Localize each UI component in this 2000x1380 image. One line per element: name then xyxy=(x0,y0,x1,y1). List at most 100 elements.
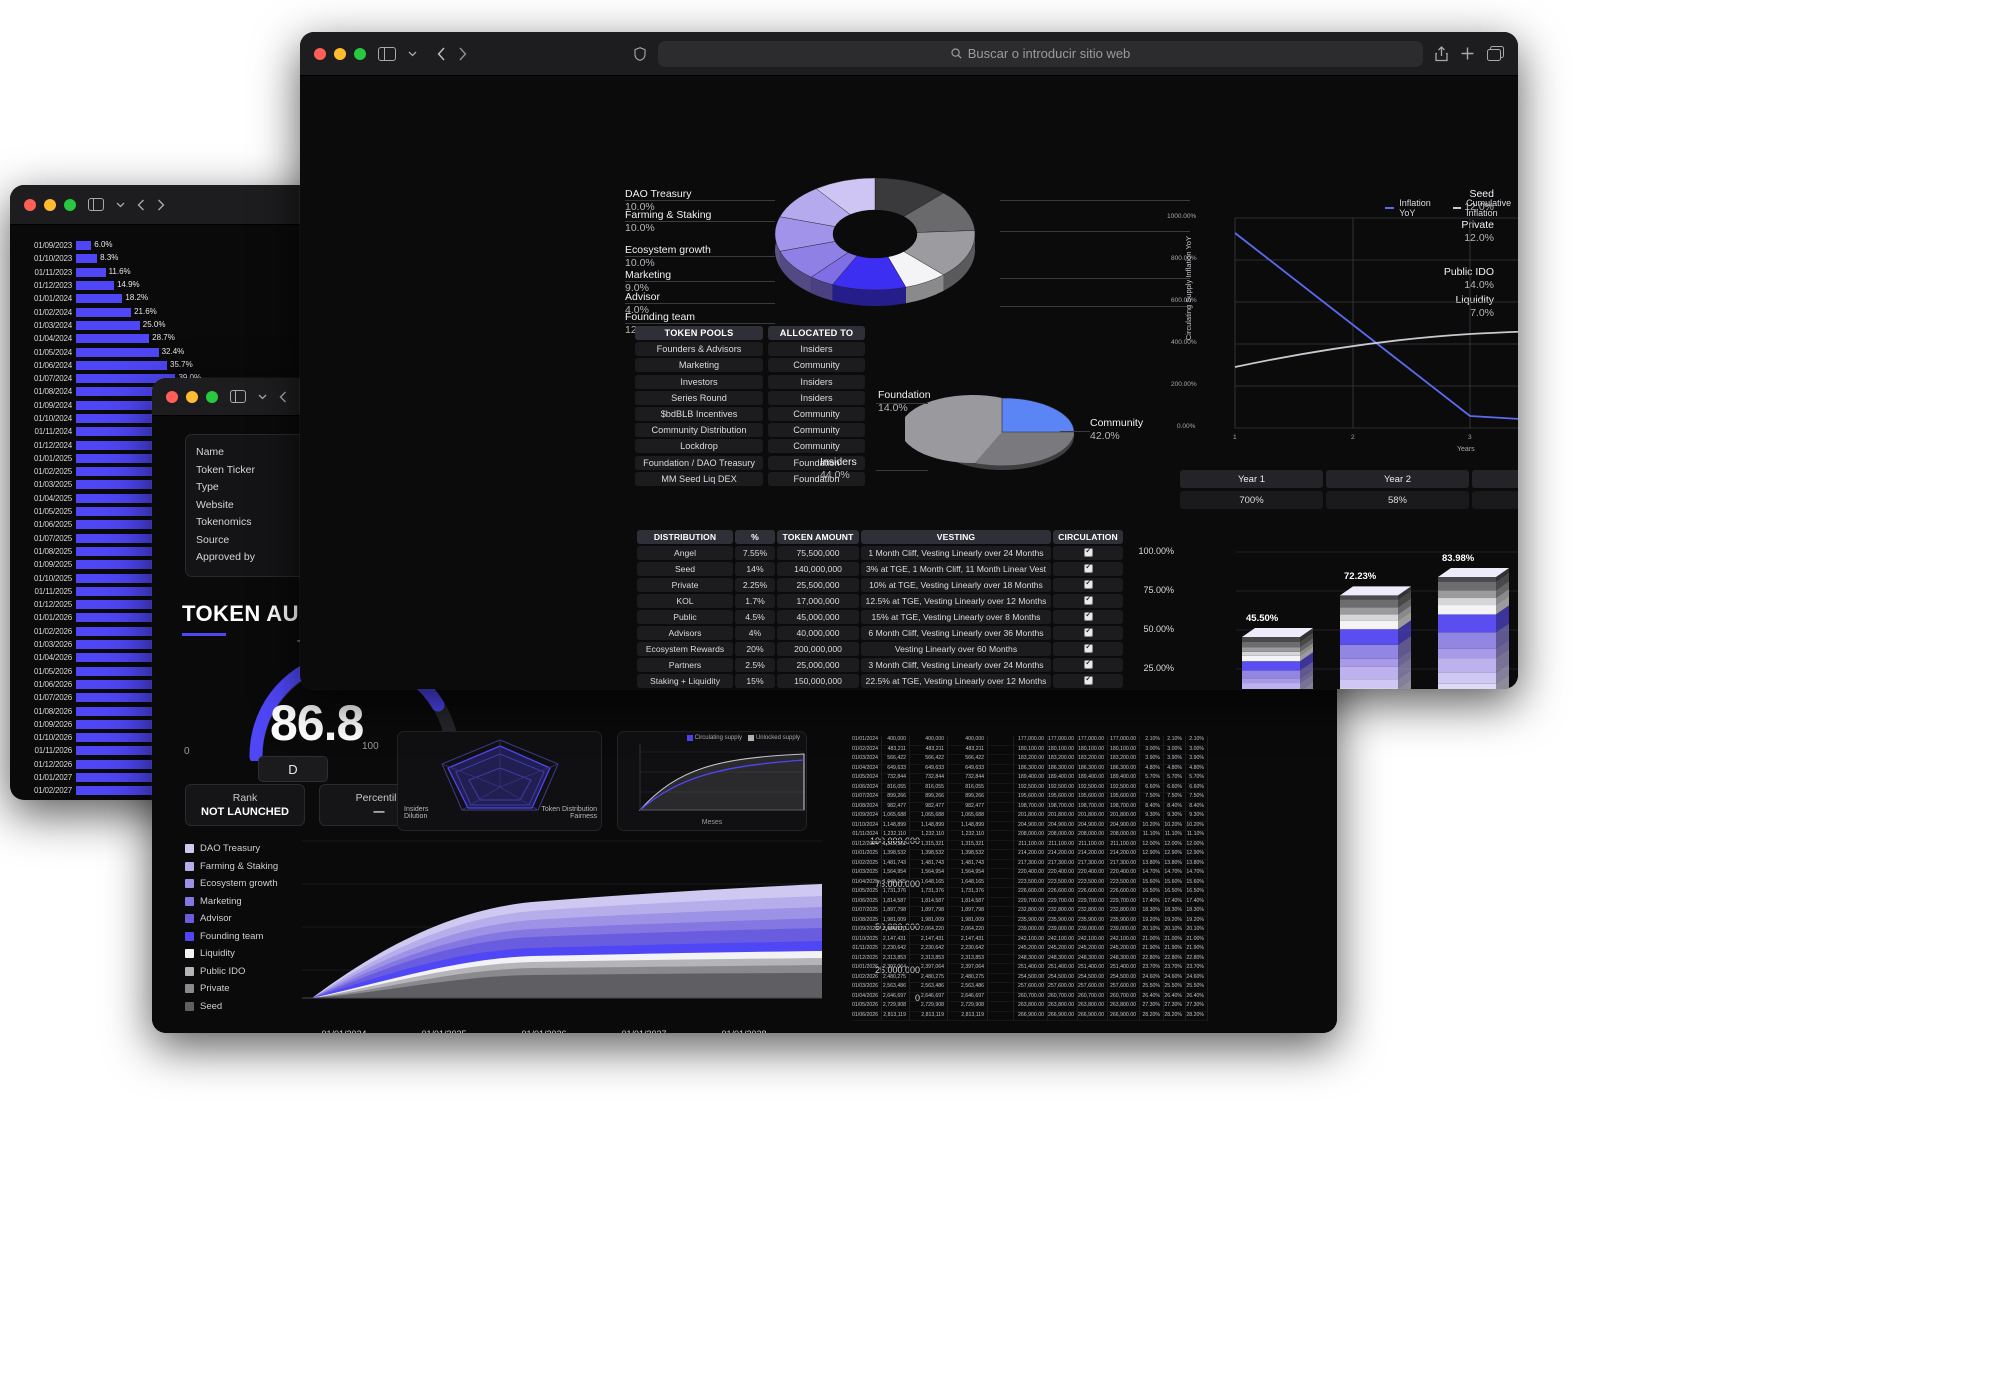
table-row[interactable]: 01/07/2025 1,897,798 1,897,798 1,897,798 232… xyxy=(852,907,1322,917)
table-cell: 15.60% xyxy=(1186,878,1208,888)
forward-arrow-icon[interactable] xyxy=(157,199,165,211)
check-icon[interactable] xyxy=(1083,593,1093,605)
check-icon[interactable] xyxy=(1083,673,1093,685)
check-icon[interactable] xyxy=(1083,625,1093,637)
close-button[interactable] xyxy=(166,390,178,403)
chevron-down-icon[interactable] xyxy=(116,202,125,208)
gauge-max-label: 100 xyxy=(362,741,379,752)
sidebar-icon[interactable] xyxy=(230,390,246,403)
bar-segment xyxy=(1340,658,1398,667)
table-cell: 7.55% xyxy=(735,546,775,560)
table-row[interactable]: 01/04/2026 2,646,697 2,646,697 2,646,697 260… xyxy=(852,992,1322,1002)
inflation-yaxis-title: Circulating Supply Inflation YoY xyxy=(1184,236,1193,341)
circulation-cell xyxy=(1053,657,1123,672)
table-row[interactable]: 01/02/2026 2,480,275 2,480,275 2,480,275 254… xyxy=(852,973,1322,983)
table-row[interactable]: 01/11/2024 1,232,110 1,232,110 1,232,110 208… xyxy=(852,831,1322,841)
check-icon[interactable] xyxy=(1083,657,1093,669)
allocation-pie-chart xyxy=(905,395,1075,470)
table-cell: 483,211 xyxy=(882,745,910,755)
plus-icon[interactable] xyxy=(1460,46,1475,61)
table-cell: 21.00% xyxy=(1186,935,1208,945)
table-cell: 189,400.00 xyxy=(1078,774,1108,784)
table-row[interactable]: 01/10/2025 2,147,431 2,147,431 2,147,431 242… xyxy=(852,935,1322,945)
table-row[interactable]: 01/03/2024 566,422 566,422 566,422 183,200.0… xyxy=(852,755,1322,765)
vesting-bar-row: 01/12/2023 14.9% xyxy=(14,279,347,292)
maximize-button[interactable] xyxy=(206,390,218,403)
close-button[interactable] xyxy=(314,47,326,60)
token-pool-cell: Series Round xyxy=(635,390,763,405)
table-cell: 1,232,110 xyxy=(910,831,948,841)
table-row[interactable]: 01/06/2026 2,813,119 2,813,119 2,813,119 266… xyxy=(852,1011,1322,1021)
allocated-to-cell: Community xyxy=(768,406,865,421)
table-cell: 1,232,110 xyxy=(948,831,988,841)
table-cell: 2,397,064 xyxy=(882,964,910,974)
table-row[interactable]: 01/12/2025 2,313,853 2,313,853 2,313,853 248… xyxy=(852,954,1322,964)
table-row[interactable]: 01/04/2025 1,648,165 1,648,165 1,648,165 223… xyxy=(852,878,1322,888)
table-row[interactable]: 01/09/2025 2,064,220 2,064,220 2,064,220 239… xyxy=(852,926,1322,936)
back-arrow-icon[interactable] xyxy=(437,46,446,61)
sidebar-icon[interactable] xyxy=(88,198,104,211)
table-cell: 217,300.00 xyxy=(1108,859,1140,869)
table-row[interactable]: 01/05/2024 732,844 732,844 732,844 189,400.0… xyxy=(852,774,1322,784)
table-row[interactable]: 01/09/2024 1,065,688 1,065,688 1,065,688 201… xyxy=(852,812,1322,822)
check-icon[interactable] xyxy=(1083,545,1093,557)
check-icon[interactable] xyxy=(1083,609,1093,621)
table-row[interactable]: 01/10/2024 1,148,899 1,148,899 1,148,899 204… xyxy=(852,821,1322,831)
table-cell: 211,100.00 xyxy=(1014,840,1048,850)
table-cell: 208,000.00 xyxy=(1078,831,1108,841)
forward-arrow-icon[interactable] xyxy=(458,46,467,61)
table-cell: 01/10/2024 xyxy=(852,821,882,831)
table-cell: 27.30% xyxy=(1164,1002,1186,1012)
table-row[interactable]: 01/11/2025 2,230,642 2,230,642 2,230,642 245… xyxy=(852,945,1322,955)
table-row[interactable]: 01/01/2024 400,000 400,000 400,000 177,000.0… xyxy=(852,736,1322,746)
minimize-button[interactable] xyxy=(186,390,198,403)
table-row[interactable]: 01/01/2025 1,398,532 1,398,532 1,398,532 214… xyxy=(852,850,1322,860)
table-row[interactable]: 01/07/2024 899,266 899,266 899,266 195,600.0… xyxy=(852,793,1322,803)
table-row[interactable]: 01/05/2026 2,729,908 2,729,908 2,729,908 263… xyxy=(852,1002,1322,1012)
table-row[interactable]: 01/08/2024 982,477 982,477 982,477 198,700.0… xyxy=(852,802,1322,812)
check-icon[interactable] xyxy=(1083,577,1093,589)
table-row[interactable]: 01/12/2024 1,315,321 1,315,321 1,315,321 211… xyxy=(852,840,1322,850)
table-cell xyxy=(988,1011,1014,1021)
minimize-button[interactable] xyxy=(44,198,56,211)
back-arrow-icon[interactable] xyxy=(137,199,145,211)
table-row[interactable]: 01/06/2025 1,814,587 1,814,587 1,814,587 229… xyxy=(852,897,1322,907)
table-row[interactable]: 01/03/2026 2,563,486 2,563,486 2,563,486 257… xyxy=(852,983,1322,993)
unlock-data-table[interactable]: 01/01/2024 400,000 400,000 400,000 177,000.0… xyxy=(852,736,1322,1021)
table-cell: 14.70% xyxy=(1140,869,1164,879)
table-row[interactable]: 01/03/2025 1,564,954 1,564,954 1,564,954 220… xyxy=(852,869,1322,879)
window-controls-vesting[interactable] xyxy=(24,198,76,211)
table-row[interactable]: 01/06/2024 816,055 816,055 816,055 192,500.0… xyxy=(852,783,1322,793)
back-arrow-icon[interactable] xyxy=(279,391,287,403)
chevron-down-icon[interactable] xyxy=(408,51,417,57)
table-row[interactable]: 01/02/2025 1,481,743 1,481,743 1,481,743 217… xyxy=(852,859,1322,869)
sidebar-icon[interactable] xyxy=(378,46,396,61)
table-cell: 01/03/2025 xyxy=(852,869,882,879)
close-button[interactable] xyxy=(24,198,36,211)
share-icon[interactable] xyxy=(1435,45,1448,62)
table-cell: 3.90% xyxy=(1164,755,1186,765)
check-icon[interactable] xyxy=(1083,641,1093,653)
bar-ytick: 75.00% xyxy=(1143,585,1174,595)
maximize-button[interactable] xyxy=(354,47,366,60)
maximize-button[interactable] xyxy=(64,198,76,211)
window-controls-audit[interactable] xyxy=(166,390,218,403)
address-bar[interactable]: Buscar o introducir sitio web xyxy=(658,40,1423,67)
table-cell: 12.90% xyxy=(1164,850,1186,860)
window-controls-main[interactable] xyxy=(314,47,366,60)
table-row[interactable]: 01/02/2024 483,211 483,211 483,211 180,100.0… xyxy=(852,745,1322,755)
table-row[interactable]: 01/08/2025 1,981,009 1,981,009 1,981,009 235… xyxy=(852,916,1322,926)
table-row[interactable]: 01/05/2025 1,731,376 1,731,376 1,731,376 226… xyxy=(852,888,1322,898)
check-icon[interactable] xyxy=(1083,561,1093,573)
table-cell: 150,000,000 xyxy=(777,674,859,688)
table-cell: 1,731,376 xyxy=(882,888,910,898)
table-row[interactable]: 01/04/2024 649,633 649,633 649,633 186,300.0… xyxy=(852,764,1322,774)
table-cell: 18.30% xyxy=(1164,907,1186,917)
shield-icon[interactable] xyxy=(634,46,646,61)
minimize-button[interactable] xyxy=(334,47,346,60)
chevron-down-icon[interactable] xyxy=(258,394,267,400)
table-cell: 201,800.00 xyxy=(1014,812,1048,822)
tab-overview-icon[interactable] xyxy=(1487,46,1504,61)
screenshot-stage: 01/09/2023 6.0% 01/10/2023 8.3% 01/11/2023 11… xyxy=(0,0,2000,1380)
table-row[interactable]: 01/01/2026 2,397,064 2,397,064 2,397,064 251… xyxy=(852,964,1322,974)
